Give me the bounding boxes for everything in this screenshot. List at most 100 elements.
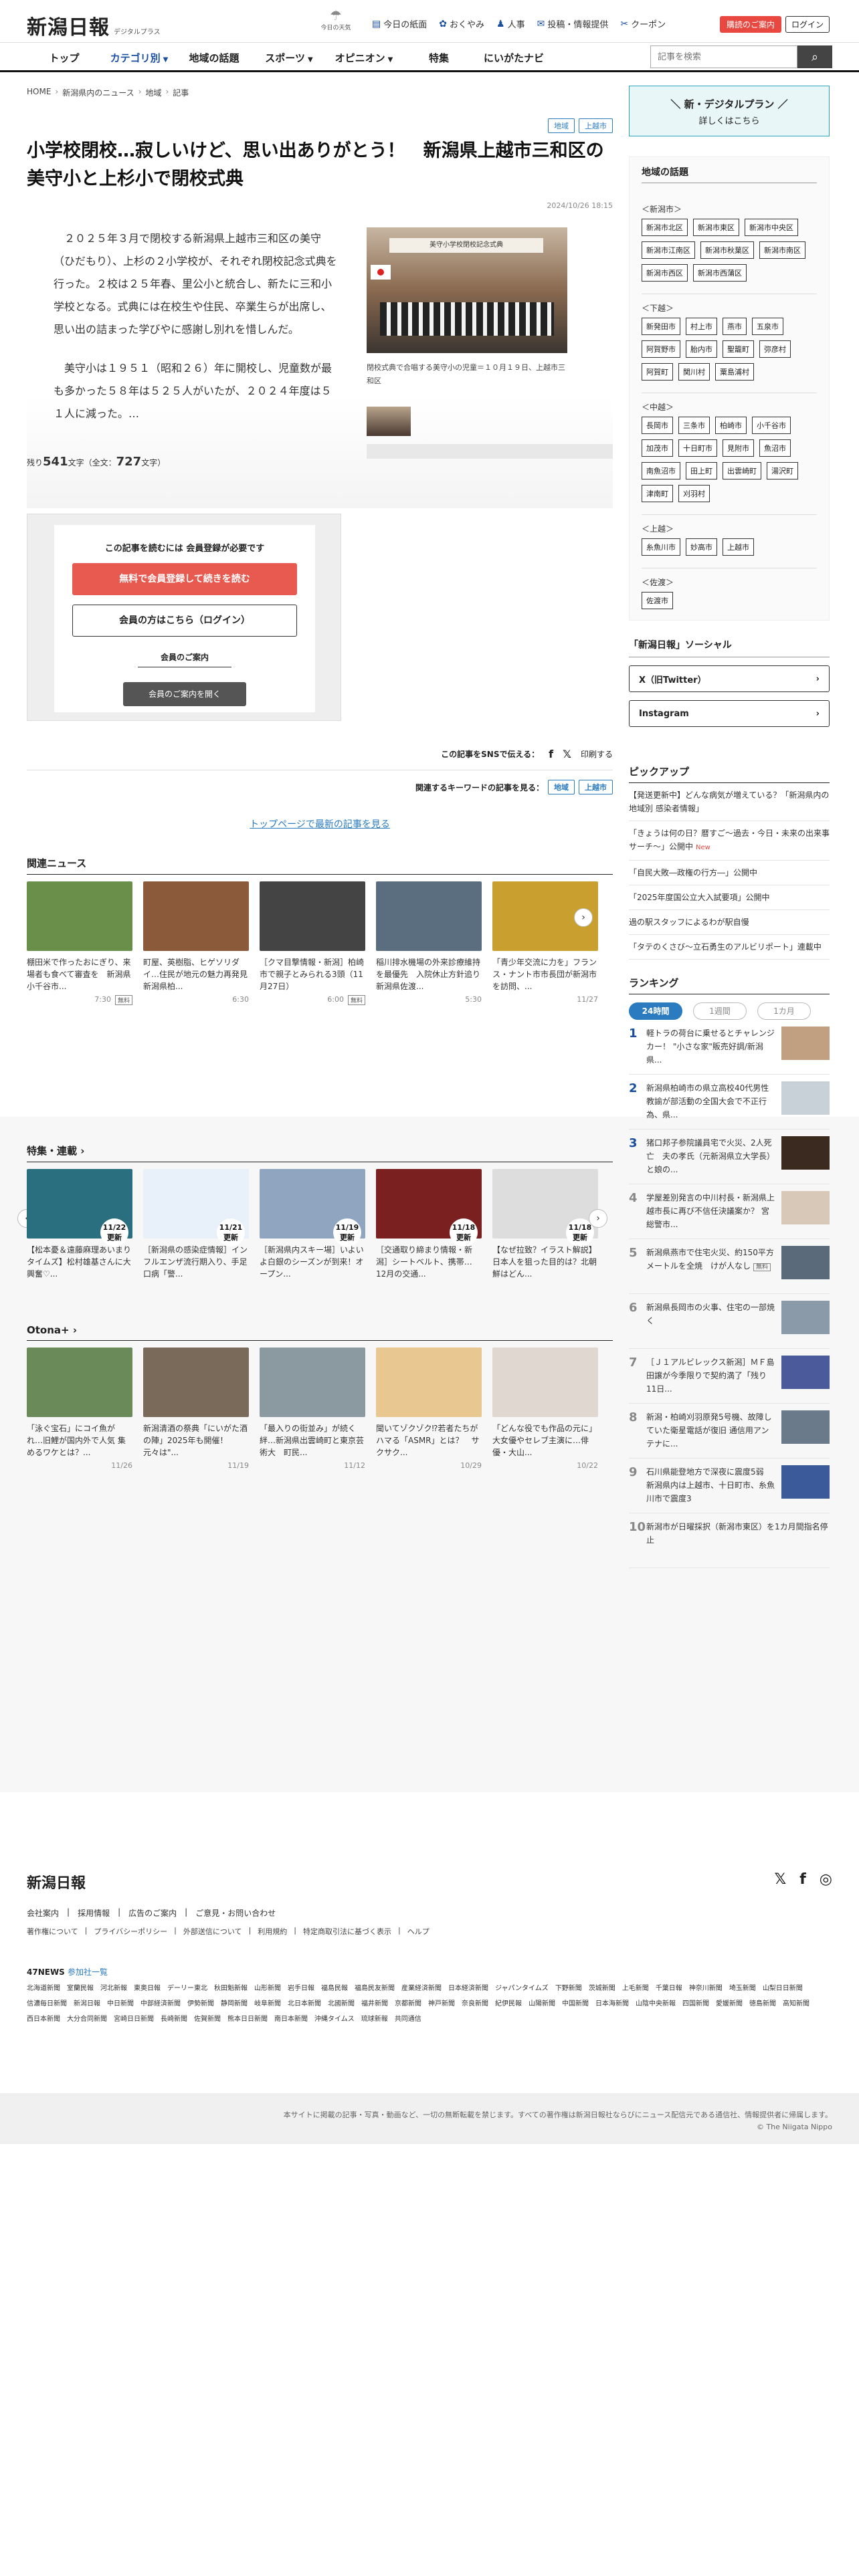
paper-link[interactable]: 室蘭民報 [67,1982,94,1992]
login-button[interactable]: ログイン [785,16,830,33]
header-link-paper[interactable]: ▤ 今日の紙面 [372,17,427,31]
paper-link[interactable]: 長崎新聞 [161,2013,187,2023]
region-chip[interactable]: 新発田市 [642,318,680,335]
paper-link[interactable]: 福島民報 [321,1982,348,1992]
paper-link[interactable]: 北海道新聞 [27,1982,60,1992]
related-card[interactable]: 棚田米で作ったおにぎり、来場者も食べて審査を 新潟県小千谷市... 7:30 無料 [27,881,132,1005]
pickup-item[interactable]: 「きょうは何の日？暦すご〜過去・今日・未来の出来事サーチ〜」公開中 New [629,821,830,861]
footer-link[interactable]: プライバシーポリシー [94,1926,167,1937]
ranking-item[interactable]: 10 新潟市が日曜採択（新潟市東区）を1カ月間指名停止 [629,1513,830,1568]
region-chip[interactable]: 燕市 [723,318,747,335]
paper-link[interactable]: 秋田魁新報 [214,1982,248,1992]
breadcrumb-region[interactable]: 地域 [145,87,161,98]
search-input[interactable] [650,45,797,68]
paper-link[interactable]: 福井新聞 [361,1998,388,2008]
paper-link[interactable]: 沖縄タイムス [314,2013,355,2023]
region-chip[interactable]: 魚沼市 [759,439,791,457]
x-icon[interactable]: 𝕏 [774,1871,786,1888]
paper-link[interactable]: ジャパンタイムズ [495,1982,549,1992]
region-chip[interactable]: 妙高市 [686,538,717,556]
paper-link[interactable]: 神戸新聞 [428,1998,455,2008]
paper-link[interactable]: 琉球新報 [361,2013,388,2023]
paper-link[interactable]: 山梨日日新聞 [763,1982,803,1992]
paper-link[interactable]: 埼玉新聞 [729,1982,756,1992]
pickup-item[interactable]: 「自民大敗―政権の行方―」公開中 [629,861,830,885]
pickup-item[interactable]: 【発送更新中】どんな病気が増えている？「新潟県内の地域別 感染者情報」 [629,783,830,821]
nav-sports[interactable]: スポーツ ▼ [252,51,326,65]
related-card[interactable]: ［クマ目撃情報・新潟］柏崎市で親子とみられる3頭（11月27日） 6:00 無料 [260,881,365,1005]
region-chip[interactable]: 出雲崎町 [723,462,761,479]
feature-card[interactable]: 11/18 更新 ［交通取り締まり情報・新潟］シートベルト、携帯…12月の交通..… [376,1169,482,1280]
paper-link[interactable]: 千葉日報 [656,1982,682,1992]
otona-card[interactable]: 「泳ぐ宝石」にコイ魚が れ…旧鯉が国内外で人気 集めるワケとは？... 11/26 [27,1348,132,1470]
site-logo[interactable]: 新潟日報 デジタルプラス [27,11,161,40]
footer-link[interactable]: 利用規約 [258,1926,287,1937]
keyword-tag-region[interactable]: 地域 [548,780,575,794]
region-chip[interactable]: 新潟市中央区 [745,219,798,236]
paper-link[interactable]: 伊勢新聞 [187,1998,214,2008]
paper-link[interactable]: 北日本新聞 [288,1998,321,2008]
footer-link[interactable]: ヘルプ [407,1926,430,1937]
carousel-next-button[interactable]: › [574,908,593,927]
ranking-item[interactable]: 9 石川県能登地方で深夜に震度5弱 新潟県内は上越市、十日町市、糸魚川市で震度3 [629,1459,830,1513]
x-icon[interactable]: 𝕏 [563,748,571,760]
related-card[interactable]: 「青少年交流に力を」フランス・ナント市市長団が新潟市を訪問、... 11/27 [492,881,598,1004]
nav-niigata-navi[interactable]: にいがたナビ [476,51,551,65]
footer-link[interactable]: 採用情報 [78,1907,110,1919]
paper-link[interactable]: 上毛新聞 [622,1982,649,1992]
region-chip[interactable]: 新潟市西蒲区 [693,264,747,282]
tab-1month[interactable]: 1カ月 [757,1002,811,1020]
footer-link[interactable]: 著作権について [27,1926,78,1937]
nav-category[interactable]: カテゴリ別 ▼ [102,51,177,65]
paper-link[interactable]: 四国新聞 [682,1998,709,2008]
footer-link[interactable]: ご意見・お問い合わせ [195,1907,276,1919]
digital-plan-banner[interactable]: ＼ 新・デジタルプラン ／ 詳しくはこちら [629,86,830,136]
region-chip[interactable]: 村上市 [686,318,717,335]
header-link-submit[interactable]: ✉ 投稿・情報提供 [537,17,609,31]
paper-link[interactable]: 奈良新聞 [462,1998,488,2008]
region-chip[interactable]: 津南町 [642,485,673,502]
region-chip[interactable]: 長岡市 [642,417,673,434]
region-chip[interactable]: 阿賀町 [642,363,673,381]
tab-1week[interactable]: 1週間 [693,1002,747,1020]
region-chip[interactable]: 十日町市 [678,439,717,457]
photo-thumbnail[interactable] [367,407,411,436]
region-chip[interactable]: 湯沢町 [767,462,798,479]
paper-link[interactable]: デーリー東北 [167,1982,207,1992]
related-card[interactable]: 町屋、英樹脂、ヒゲソリダイ…住民が地元の魅力再発見 新潟県柏... 6:30 [143,881,249,1004]
paper-link[interactable]: 下野新聞 [555,1982,582,1992]
otona-card[interactable]: 「どんな役でも作品の元に」大女優やセレブ主演に…俳優・大山... 10/22 [492,1348,598,1470]
region-chip[interactable]: 新潟市東区 [693,219,739,236]
feature-card[interactable]: 11/18 更新 【なぜ拉致？イラスト解説】日本人を狙った目的は？北朝鮮はどん..… [492,1169,598,1280]
register-button[interactable]: 無料で会員登録して続きを読む [72,563,297,595]
member-login-button[interactable]: 会員の方はこちら（ログイン） [72,605,297,637]
footer-logo[interactable]: 新潟日報 [27,1871,86,1893]
print-link[interactable]: 印刷する [581,748,613,760]
paper-link[interactable]: 福島民友新聞 [355,1982,395,1992]
ranking-item[interactable]: 5 新潟県燕市で住宅火災、約150平方メートルを全焼 けが人なし 無料 [629,1239,830,1294]
region-chip[interactable]: 柏崎市 [715,417,747,434]
paper-link[interactable]: 中部経済新聞 [140,1998,181,2008]
paper-link[interactable]: 共同通信 [395,2013,421,2023]
breadcrumb-news[interactable]: 新潟県内のニュース [62,87,134,98]
paper-link[interactable]: 高知新聞 [783,1998,809,2008]
paper-link[interactable]: 愛媛新聞 [716,1998,743,2008]
paper-link[interactable]: 北國新聞 [328,1998,355,2008]
news47-sub[interactable]: 参加社一覧 [68,1967,108,1977]
article-photo[interactable]: 美守小学校閉校記念式典 [367,227,567,353]
paper-link[interactable]: 京都新聞 [395,1998,421,2008]
region-chip[interactable]: 新潟市秋葉区 [700,241,754,259]
region-chip[interactable]: 聖籠町 [723,340,754,358]
footer-link[interactable]: 特定商取引法に基づく表示 [303,1926,391,1937]
ranking-item[interactable]: 2 新潟県柏崎市の県立高校40代男性教諭が部活動の全国大会で不正行為、県... [629,1075,830,1130]
paper-link[interactable]: 大分合同新聞 [67,2013,107,2023]
nav-feature[interactable]: 特集 [401,51,476,65]
feature-card[interactable]: 11/22 更新 【松本憂＆遠藤麻理あいまりタイムズ】松村雄基さんに大興奮♡... [27,1169,132,1280]
facebook-icon[interactable]: f [799,1871,806,1888]
ranking-item[interactable]: 7 ［Ｊ１アルビレックス新潟］ＭＦ島田譲が今季限りで契約満了「残り11日... [629,1349,830,1404]
paper-link[interactable]: 中国新聞 [562,1998,589,2008]
paper-link[interactable]: 河北新報 [100,1982,127,1992]
x-twitter-button[interactable]: X（旧Twitter） › [629,665,830,692]
nav-opinion[interactable]: オピニオン ▼ [326,51,401,65]
tab-24h[interactable]: 24時間 [629,1002,682,1020]
